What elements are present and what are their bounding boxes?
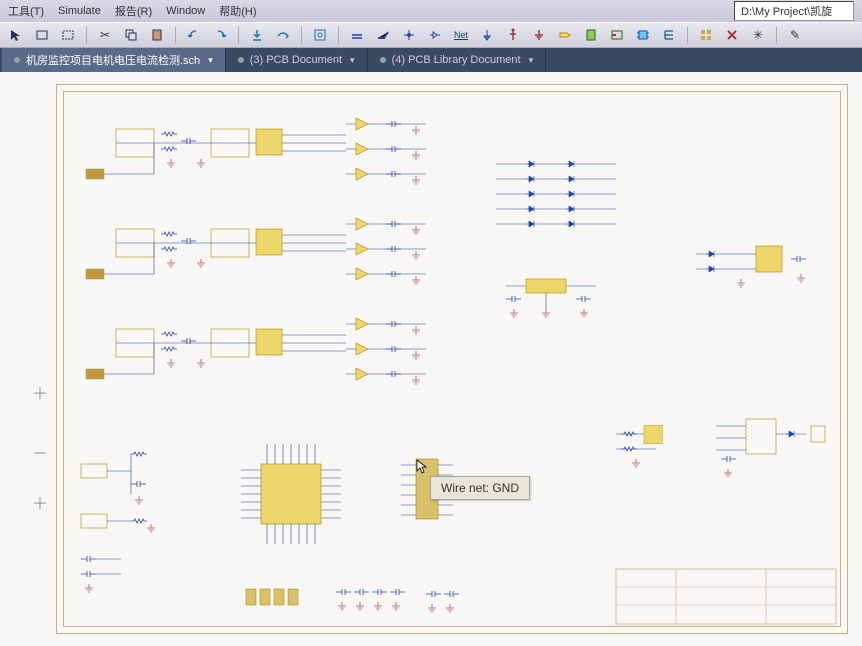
toolbar: ✂ Net ✳ ✎ [0,22,862,48]
box-icon[interactable] [32,25,52,45]
step-in-icon[interactable] [247,25,267,45]
cut-icon[interactable]: ✂ [95,25,115,45]
tab-dot-icon [238,57,244,63]
undo-icon[interactable] [184,25,204,45]
tab-label: 机房监控项目电机电压电流检测.sch [26,52,200,68]
part-icon[interactable] [425,25,445,45]
port-down-icon[interactable] [477,25,497,45]
menu-help[interactable]: 帮助(H) [219,3,256,19]
zoom-in-button-2[interactable]: ＋ [30,492,50,512]
step-over-icon[interactable] [273,25,293,45]
sheet-entry-icon[interactable] [607,25,627,45]
power-icon[interactable] [503,25,523,45]
zoom-in-button[interactable]: ＋ [30,382,50,402]
tab-pcb-document[interactable]: (3) PCB Document ▾ [226,48,368,72]
chevron-down-icon[interactable]: ▾ [350,55,355,66]
tab-dot-icon [14,57,20,63]
mouse-cursor-icon [415,458,431,474]
menu-report[interactable]: 报告(R) [115,3,152,19]
menu-tools[interactable]: 工具(T) [8,3,44,19]
schematic-canvas[interactable]: ＋ － ＋ [0,72,862,646]
select-icon[interactable] [6,25,26,45]
junction-icon[interactable] [399,25,419,45]
chevron-down-icon[interactable]: ▾ [529,55,534,66]
port-icon[interactable] [555,25,575,45]
menu-window[interactable]: Window [166,5,205,17]
marquee-icon[interactable] [58,25,78,45]
project-path-box[interactable]: D:\My Project\凯旋 [734,1,854,21]
chevron-down-icon[interactable]: ▾ [208,55,213,66]
delete-icon[interactable] [722,25,742,45]
sheet-icon[interactable] [581,25,601,45]
tab-label: (3) PCB Document [250,54,342,66]
tooltip-text: Wire net: GND [441,481,519,495]
document-tab-bar: 机房监控项目电机电压电流检测.sch ▾ (3) PCB Document ▾ … [0,48,862,72]
array-icon[interactable] [696,25,716,45]
snap-icon[interactable]: ✳ [748,25,768,45]
menu-bar: 工具(T) Simulate 报告(R) Window 帮助(H) D:\My … [0,0,862,22]
net-label-icon[interactable]: Net [451,25,471,45]
menu-simulate[interactable]: Simulate [58,5,101,17]
tab-pcb-library[interactable]: (4) PCB Library Document ▾ [368,48,547,72]
zoom-fit-icon[interactable] [310,25,330,45]
paste-icon[interactable] [147,25,167,45]
zoom-out-button[interactable]: － [30,442,50,462]
bus-icon[interactable] [373,25,393,45]
edit-icon[interactable]: ✎ [785,25,805,45]
redo-icon[interactable] [210,25,230,45]
schematic-drawing [56,84,848,634]
tab-schematic-active[interactable]: 机房监控项目电机电压电流检测.sch ▾ [2,48,226,72]
net-tooltip: Wire net: GND [430,476,530,500]
tab-label: (4) PCB Library Document [392,54,521,66]
gnd-icon[interactable] [529,25,549,45]
copy-icon[interactable] [121,25,141,45]
tab-dot-icon [380,57,386,63]
harness-icon[interactable] [659,25,679,45]
device-sheet-icon[interactable] [633,25,653,45]
wire-icon[interactable] [347,25,367,45]
